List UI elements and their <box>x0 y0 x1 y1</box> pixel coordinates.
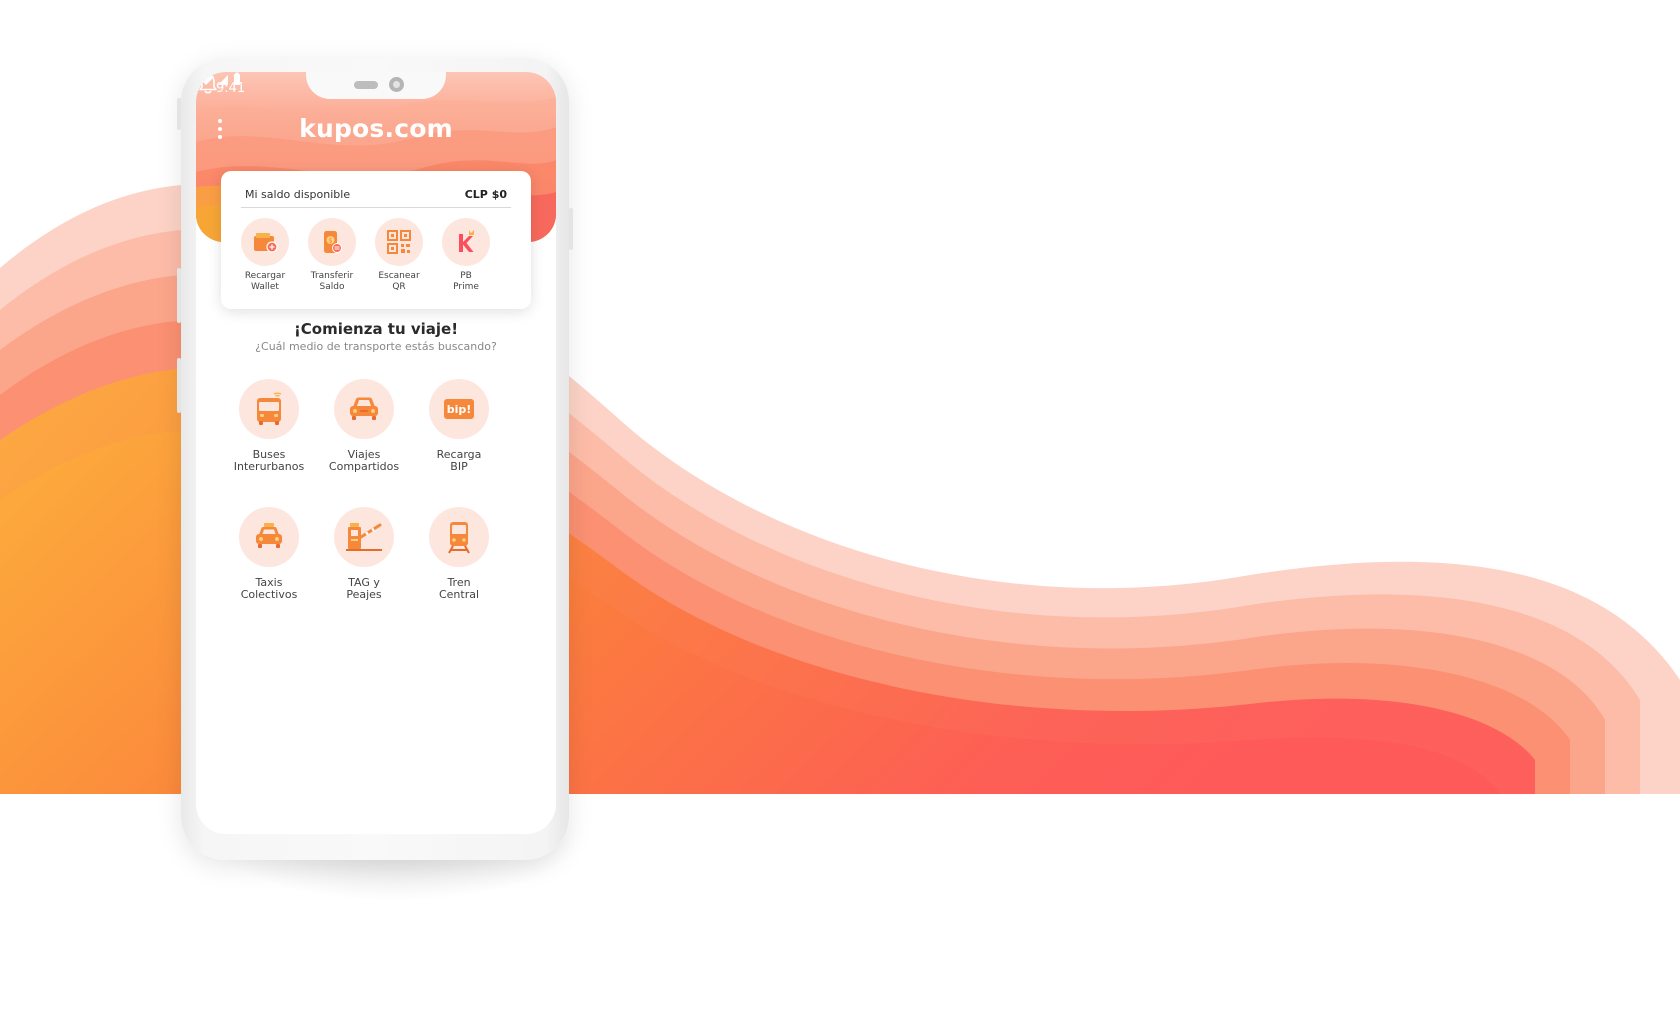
service-label-line2: Central <box>438 588 480 601</box>
service-label-line2: BIP <box>450 460 468 473</box>
action-label-line2: Wallet <box>251 282 279 292</box>
service-label-line2: Colectivos <box>240 588 298 601</box>
action-label-line1: Transferir <box>310 271 354 281</box>
scan-qr-button[interactable]: Escanear QR <box>364 218 434 293</box>
service-label-line2: Peajes <box>346 588 382 601</box>
speaker-grille <box>354 81 378 89</box>
bus-icon <box>257 392 282 425</box>
qr-code-icon <box>387 230 411 254</box>
balance-value: CLP $0 <box>464 188 507 201</box>
phone-notch <box>306 72 446 99</box>
transfer-balance-button[interactable]: $ Transferir Saldo <box>297 218 367 293</box>
service-tren-central[interactable]: Tren Central <box>409 507 509 601</box>
service-label-line2: Interurbanos <box>233 460 305 473</box>
service-taxis-colectivos[interactable]: Taxis Colectivos <box>219 507 319 601</box>
toll-gate-icon <box>346 523 382 551</box>
service-recarga-bip[interactable]: bip! Recarga BIP <box>409 379 509 473</box>
action-label-line2: QR <box>392 282 406 292</box>
bell-icon[interactable] <box>196 72 220 96</box>
page-subtitle: ¿Cuál medio de transporte estás buscando… <box>255 340 497 353</box>
action-label-line2: Saldo <box>319 282 345 292</box>
service-viajes-compartidos[interactable]: Viajes Compartidos <box>314 379 414 473</box>
page-title: ¡Comienza tu viaje! <box>293 320 459 338</box>
action-label-line1: Recargar <box>244 271 286 281</box>
action-label-line1: Escanear <box>378 271 420 281</box>
train-icon <box>448 522 470 554</box>
taxi-icon <box>256 523 282 548</box>
wallet-icon <box>254 233 278 253</box>
action-label-line1: PB <box>460 271 472 281</box>
pb-prime-button[interactable]: PB Prime <box>431 218 501 293</box>
svg-text:bip!: bip! <box>447 403 472 416</box>
phone-side-button <box>569 208 573 250</box>
balance-card: Mi saldo disponible CLP $0 Recargar Walle… <box>221 171 531 309</box>
phone-side-button <box>177 358 181 413</box>
phone-side-button <box>177 268 181 323</box>
bip-card-icon: bip! <box>444 399 474 419</box>
battery-icon <box>234 72 240 85</box>
app-logo: kupos.com <box>299 114 453 143</box>
phone-side-button <box>177 98 181 130</box>
balance-label: Mi saldo disponible <box>245 188 351 201</box>
recharge-wallet-button[interactable]: Recargar Wallet <box>230 218 300 293</box>
action-label-line2: Prime <box>453 282 479 292</box>
car-icon <box>350 397 378 420</box>
service-buses-interurbanos[interactable]: Buses Interurbanos <box>219 379 319 473</box>
service-label-line2: Compartidos <box>328 460 400 473</box>
phone-screen: 9:41 kupos.com Mi saldo disponible CLP $… <box>196 72 556 834</box>
svg-text:$: $ <box>329 238 333 245</box>
balance-divider <box>241 207 511 208</box>
transfer-icon: $ <box>324 231 342 253</box>
service-tag-peajes[interactable]: TAG y Peajes <box>314 507 414 601</box>
front-camera <box>389 77 404 92</box>
k-crown-icon <box>459 230 474 252</box>
